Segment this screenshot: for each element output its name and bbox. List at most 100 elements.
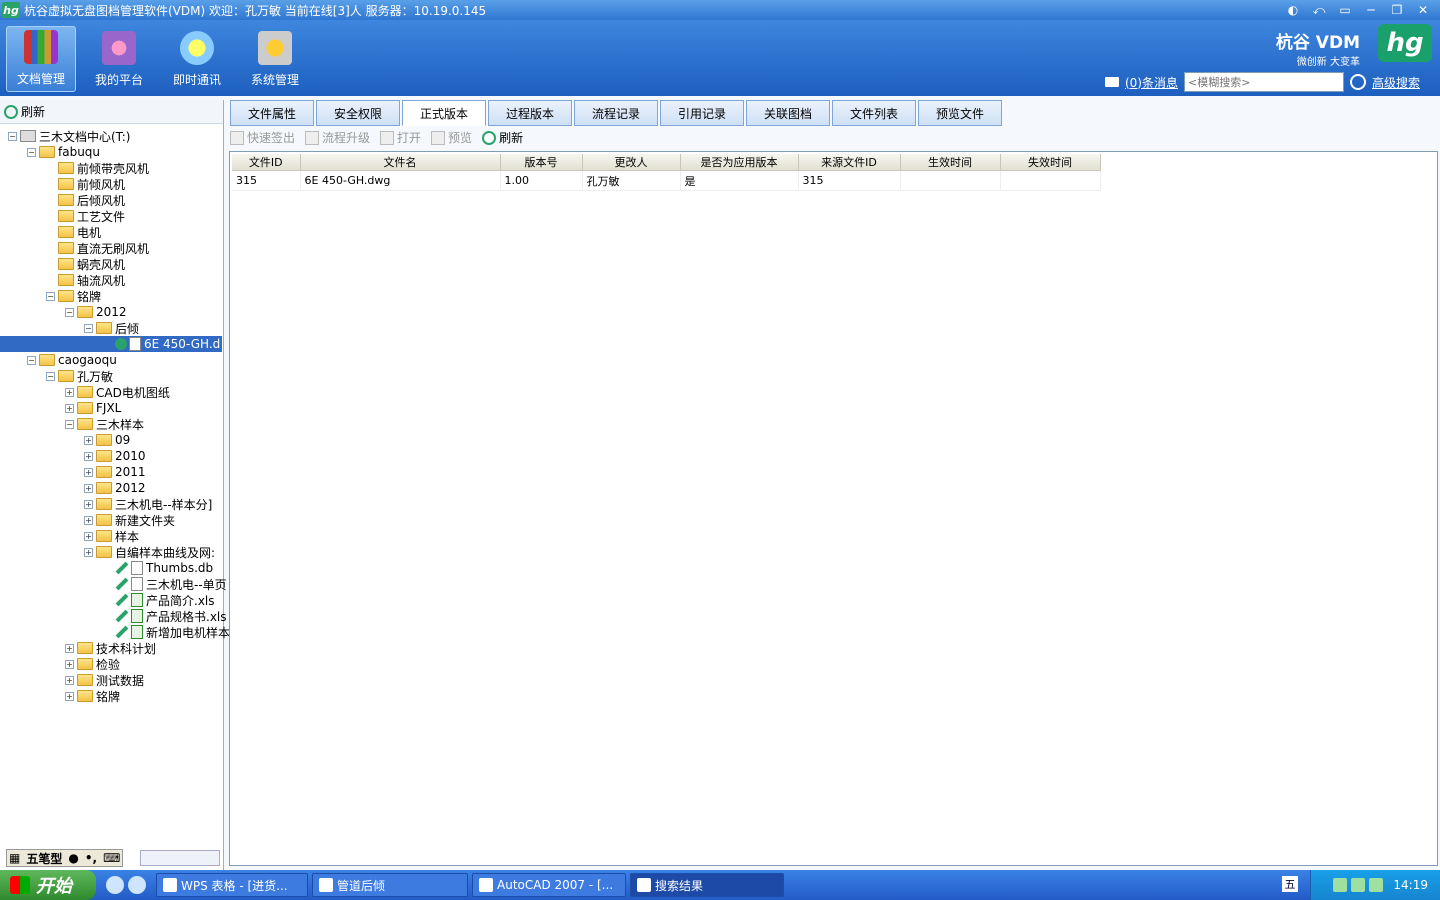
network-icon[interactable]	[1333, 878, 1348, 892]
tree-node[interactable]: − 三木样本	[65, 416, 144, 432]
tree-node[interactable]: 新增加电机样本	[103, 624, 230, 640]
expand-icon[interactable]: +	[65, 675, 74, 685]
expand-icon[interactable]: +	[65, 659, 74, 669]
search-icon[interactable]	[1349, 74, 1366, 90]
column-header[interactable]: 版本号	[500, 154, 583, 171]
start-button[interactable]: 开始	[0, 870, 96, 900]
tree-node[interactable]: 电机	[46, 224, 101, 240]
ime-tray-icon[interactable]: 五	[1282, 876, 1298, 892]
tree-node[interactable]: 后倾风机	[46, 192, 125, 208]
column-header[interactable]: 是否为应用版本	[680, 154, 799, 171]
ime-keyboard-icon[interactable]: ⌨	[101, 851, 122, 865]
back-icon[interactable]: ⤺	[1308, 1, 1330, 19]
expand-icon[interactable]: +	[65, 387, 74, 397]
tree-node[interactable]: − 三木文档中心(T:)	[8, 128, 130, 144]
tree-node[interactable]: − 后倾	[84, 320, 139, 336]
column-header[interactable]: 文件名	[300, 154, 501, 171]
collapse-icon[interactable]: −	[65, 307, 74, 317]
tree-horizontal-scrollbar[interactable]	[140, 850, 220, 866]
column-header[interactable]: 更改人	[582, 154, 681, 171]
tree-node[interactable]: + FJXL	[65, 400, 121, 416]
column-header[interactable]: 失效时间	[1000, 154, 1101, 171]
tree-node[interactable]: 工艺文件	[46, 208, 125, 224]
tree-node[interactable]: 直流无刷风机	[46, 240, 149, 256]
collapse-icon[interactable]: −	[46, 371, 55, 381]
messages-link[interactable]: (0)条消息	[1125, 74, 1178, 91]
collapse-icon[interactable]: −	[46, 291, 55, 301]
column-header[interactable]: 来源文件ID	[798, 154, 901, 171]
task-wps[interactable]: WPS 表格 - [进货...	[156, 873, 308, 897]
expand-icon[interactable]: +	[84, 435, 93, 445]
toolbar-button[interactable]: 预览	[431, 129, 472, 146]
tree-node[interactable]: − 孔万敏	[46, 368, 113, 384]
collapse-icon[interactable]: −	[27, 355, 36, 365]
tree-node[interactable]: +2010	[84, 448, 146, 464]
tab[interactable]: 文件属性	[230, 100, 314, 126]
nav-system-management[interactable]: 系统管理	[240, 26, 310, 92]
ime-toolbar[interactable]: ▦ 五笔型 ● •, ⌨	[6, 849, 124, 867]
nav-document-management[interactable]: 文档管理	[6, 26, 76, 92]
tree-node[interactable]: 产品简介.xls	[103, 592, 215, 608]
task-search-results[interactable]: 搜索结果	[630, 873, 784, 897]
tree-node[interactable]: + 铭牌	[65, 688, 120, 704]
tree-node[interactable]: 前倾带壳风机	[46, 160, 149, 176]
collapse-icon[interactable]: −	[27, 147, 36, 157]
tree-node[interactable]: + 样本	[84, 528, 139, 544]
tree-node[interactable]: 6E 450-GH.d	[0, 336, 222, 352]
tree-node[interactable]: + 测试数据	[65, 672, 144, 688]
collapse-icon[interactable]: −	[84, 323, 93, 333]
tree-node[interactable]: − caogaoqu	[27, 352, 117, 368]
minimize-button[interactable]: ─	[1360, 1, 1382, 19]
screen-icon[interactable]: ▭	[1334, 1, 1356, 19]
nav-my-platform[interactable]: 我的平台	[84, 26, 154, 92]
tab[interactable]: 流程记录	[574, 100, 658, 126]
tree-node[interactable]: +2012	[84, 480, 146, 496]
tab[interactable]: 文件列表	[832, 100, 916, 126]
expand-icon[interactable]: +	[65, 403, 74, 413]
security-icon[interactable]	[1351, 878, 1366, 892]
tree-node[interactable]: + 自编样本曲线及网:	[84, 544, 215, 560]
expand-icon[interactable]: +	[84, 499, 93, 509]
table-row[interactable]: 315 6E 450-GH.dwg 1.00 孔万敏是 315	[232, 170, 1101, 191]
tree-node[interactable]: +09	[84, 432, 130, 448]
expand-icon[interactable]: +	[84, 467, 93, 477]
tree-node[interactable]: − 铭牌	[46, 288, 101, 304]
expand-icon[interactable]: +	[84, 515, 93, 525]
ime-fullwidth-icon[interactable]: ●	[66, 851, 80, 865]
toolbar-button[interactable]: 打开	[380, 129, 421, 146]
tree-node[interactable]: + 三木机电--样本分]	[84, 496, 212, 512]
expand-icon[interactable]: +	[65, 643, 74, 653]
task-autocad[interactable]: AutoCAD 2007 - [...	[472, 873, 626, 897]
maximize-button[interactable]: ❐	[1386, 1, 1408, 19]
collapse-icon[interactable]: −	[8, 131, 17, 141]
tab[interactable]: 关联图档	[746, 100, 830, 126]
expand-icon[interactable]: +	[84, 547, 93, 557]
tree-node[interactable]: Thumbs.db	[103, 560, 213, 576]
toolbar-button[interactable]: 刷新	[482, 129, 523, 146]
tab[interactable]: 预览文件	[918, 100, 1002, 126]
tree-node[interactable]: 三木机电--单页	[103, 576, 227, 592]
close-button[interactable]: ✕	[1412, 1, 1434, 19]
tree-node[interactable]: 产品规格书.xls	[103, 608, 227, 624]
ie-icon[interactable]	[106, 876, 124, 894]
tab[interactable]: 安全权限	[316, 100, 400, 126]
tree-node[interactable]: 轴流风机	[46, 272, 125, 288]
volume-icon[interactable]	[1369, 878, 1384, 892]
column-header[interactable]: 生效时间	[900, 154, 1001, 171]
tree-node[interactable]: − 2012	[65, 304, 127, 320]
column-header[interactable]: 文件ID	[232, 154, 301, 171]
expand-icon[interactable]: +	[84, 483, 93, 493]
expand-icon[interactable]: +	[65, 691, 74, 701]
task-folder[interactable]: 管道后倾	[312, 873, 468, 897]
collapse-icon[interactable]: −	[65, 419, 74, 429]
skin-icon[interactable]: ◐	[1282, 1, 1304, 19]
tree-node[interactable]: + 新建文件夹	[84, 512, 175, 528]
tree-node[interactable]: + 检验	[65, 656, 120, 672]
tree-refresh-button[interactable]: 刷新	[21, 103, 45, 120]
tree-node[interactable]: + 技术科计划	[65, 640, 156, 656]
tree-node[interactable]: − fabuqu	[27, 144, 100, 160]
tree-node[interactable]: 前倾风机	[46, 176, 125, 192]
tab[interactable]: 引用记录	[660, 100, 744, 126]
nav-instant-messaging[interactable]: 即时通讯	[162, 26, 232, 92]
toolbar-button[interactable]: 流程升级	[305, 129, 370, 146]
